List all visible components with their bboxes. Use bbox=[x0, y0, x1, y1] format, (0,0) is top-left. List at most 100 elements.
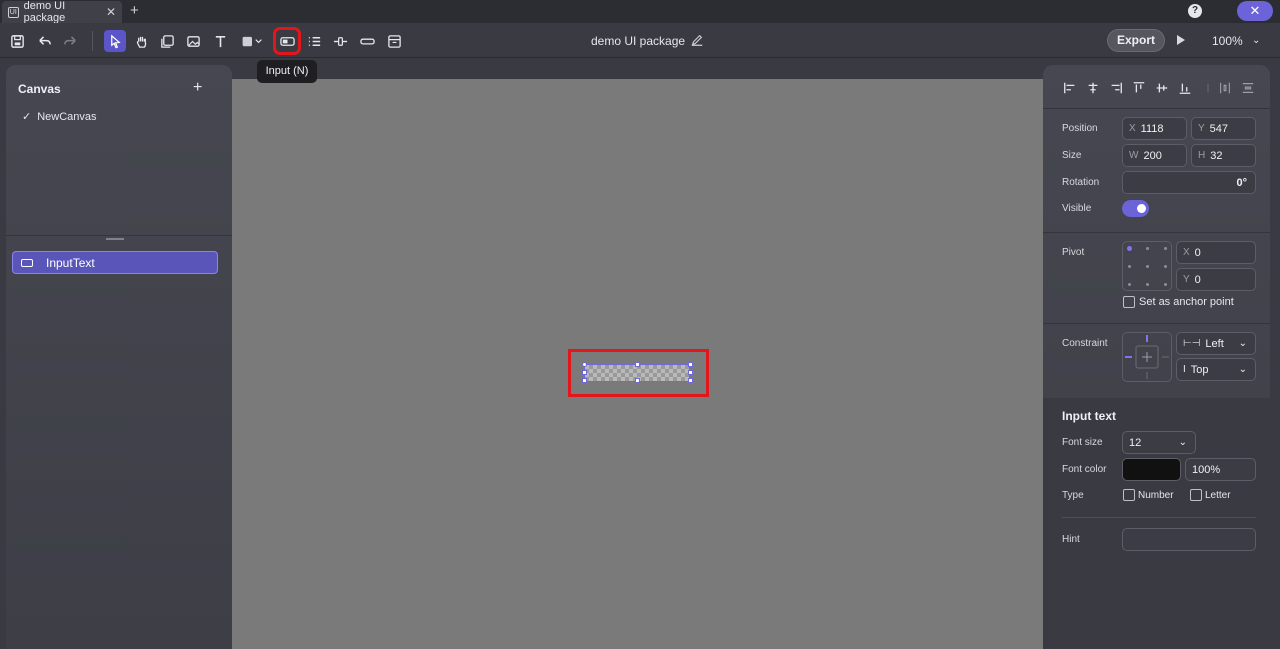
text-tool-icon[interactable] bbox=[209, 30, 231, 52]
type-label: Type bbox=[1062, 490, 1084, 501]
font-size-label: Font size bbox=[1062, 437, 1103, 448]
position-x-field[interactable]: X 1118 bbox=[1122, 117, 1187, 140]
h-prefix: H bbox=[1198, 150, 1206, 161]
w-prefix: W bbox=[1129, 150, 1139, 161]
align-left-icon[interactable] bbox=[1063, 81, 1077, 95]
align-right-icon[interactable] bbox=[1109, 81, 1123, 95]
horizontal-constraint-value: Left bbox=[1205, 337, 1224, 350]
align-center-h-icon[interactable] bbox=[1086, 81, 1100, 95]
chevron-down-icon: ⌄ bbox=[1238, 364, 1247, 375]
position-label: Position bbox=[1062, 123, 1098, 134]
font-size-value: 12 bbox=[1129, 436, 1142, 449]
app-icon: UI bbox=[8, 6, 19, 18]
layer-name: InputText bbox=[46, 255, 95, 270]
image-tool-icon[interactable] bbox=[182, 30, 204, 52]
help-icon[interactable]: ? bbox=[1188, 4, 1202, 18]
canvas-list-item[interactable]: ✓ NewCanvas bbox=[22, 110, 97, 123]
scroll-view-tool-icon[interactable] bbox=[383, 30, 405, 52]
font-color-swatch[interactable] bbox=[1122, 458, 1181, 481]
pivot-dot[interactable] bbox=[1146, 247, 1149, 250]
new-tab-icon[interactable]: + bbox=[130, 2, 139, 19]
horizontal-constraint-select[interactable]: ⊢⊣ Left ⌄ bbox=[1176, 332, 1256, 355]
close-tab-icon[interactable]: ✕ bbox=[106, 5, 116, 19]
pivot-dot[interactable] bbox=[1128, 265, 1131, 268]
pivot-dot[interactable] bbox=[1128, 283, 1131, 286]
align-top-icon[interactable] bbox=[1132, 81, 1146, 95]
rotation-label: Rotation bbox=[1062, 177, 1100, 188]
shape-tool-dropdown[interactable] bbox=[236, 30, 268, 52]
redo-icon[interactable] bbox=[59, 30, 81, 52]
panel-divider bbox=[1062, 517, 1256, 518]
check-icon: ✓ bbox=[22, 111, 32, 123]
distribute-v-icon[interactable] bbox=[1241, 81, 1255, 95]
pivot-y-field[interactable]: Y0 bbox=[1176, 268, 1256, 291]
vertical-constraint-select[interactable]: I Top ⌄ bbox=[1176, 358, 1256, 381]
pivot-dot[interactable] bbox=[1164, 265, 1167, 268]
height-field[interactable]: H 32 bbox=[1191, 144, 1256, 167]
align-middle-v-icon[interactable] bbox=[1155, 81, 1169, 95]
x-prefix: X bbox=[1183, 247, 1190, 258]
progress-bar-tool-icon[interactable] bbox=[356, 30, 378, 52]
chevron-down-icon: ⌄ bbox=[1178, 437, 1187, 448]
visible-label: Visible bbox=[1062, 203, 1092, 214]
close-window-button[interactable]: ✕ bbox=[1237, 1, 1273, 21]
input-text-title: Input text bbox=[1062, 409, 1116, 423]
play-icon[interactable] bbox=[1177, 35, 1185, 45]
align-bottom-icon[interactable] bbox=[1178, 81, 1192, 95]
hint-input[interactable] bbox=[1122, 528, 1256, 551]
select-tool-icon[interactable] bbox=[104, 30, 126, 52]
add-canvas-icon[interactable]: + bbox=[193, 79, 202, 97]
constraint-widget[interactable] bbox=[1122, 332, 1172, 382]
document-tab[interactable]: UI demo UI package ✕ bbox=[2, 0, 122, 24]
width-value: 200 bbox=[1143, 149, 1162, 162]
pivot-dot[interactable] bbox=[1146, 265, 1149, 268]
input-tool-icon[interactable] bbox=[273, 27, 301, 55]
chevron-down-icon[interactable]: ⌄ bbox=[1252, 35, 1260, 46]
slider-tool-icon[interactable] bbox=[329, 30, 351, 52]
zoom-level[interactable]: 100% bbox=[1212, 34, 1243, 48]
resize-handle[interactable] bbox=[106, 238, 124, 240]
toolbar-divider bbox=[92, 31, 93, 51]
font-size-select[interactable]: 12 ⌄ bbox=[1122, 431, 1196, 454]
canvas-section-title: Canvas bbox=[18, 82, 61, 96]
position-y-field[interactable]: Y 547 bbox=[1191, 117, 1256, 140]
pivot-grid[interactable] bbox=[1122, 241, 1172, 291]
pivot-x-field[interactable]: X0 bbox=[1176, 241, 1256, 264]
hint-label: Hint bbox=[1062, 534, 1080, 545]
undo-icon[interactable] bbox=[33, 30, 55, 52]
position-x-value: 1118 bbox=[1140, 122, 1164, 135]
panel-divider bbox=[1043, 323, 1270, 324]
highlight-annotation bbox=[568, 349, 709, 397]
tab-title: demo UI package bbox=[23, 0, 66, 24]
panel-tool-icon[interactable] bbox=[156, 30, 178, 52]
canvas-name: NewCanvas bbox=[37, 111, 97, 123]
y-prefix: Y bbox=[1198, 123, 1205, 134]
visible-toggle[interactable] bbox=[1122, 200, 1149, 217]
canvas-ruler-strip bbox=[232, 58, 1043, 79]
pivot-dot[interactable] bbox=[1164, 283, 1167, 286]
pivot-y-value: 0 bbox=[1194, 273, 1201, 286]
width-field[interactable]: W 200 bbox=[1122, 144, 1187, 167]
tab-bar: UI demo UI package ✕ + ? ✕ bbox=[0, 0, 1280, 24]
list-tool-icon[interactable] bbox=[303, 30, 325, 52]
type-number-label: Number bbox=[1138, 490, 1174, 501]
anchor-point-checkbox[interactable] bbox=[1123, 296, 1135, 308]
type-letter-checkbox[interactable] bbox=[1190, 489, 1202, 501]
layer-item-inputtext[interactable]: InputText bbox=[12, 251, 218, 274]
pivot-dot[interactable] bbox=[1164, 247, 1167, 250]
save-icon[interactable] bbox=[6, 30, 28, 52]
pivot-dot[interactable] bbox=[1146, 283, 1149, 286]
panel-divider bbox=[1043, 232, 1270, 233]
rotation-field[interactable]: 0° bbox=[1122, 171, 1256, 194]
position-y-value: 547 bbox=[1209, 122, 1229, 135]
hand-tool-icon[interactable] bbox=[130, 30, 152, 52]
document-title[interactable]: demo UI package bbox=[591, 34, 685, 48]
type-number-checkbox[interactable] bbox=[1123, 489, 1135, 501]
export-button[interactable]: Export bbox=[1107, 29, 1165, 52]
edit-title-icon[interactable] bbox=[690, 33, 704, 47]
pivot-dot-selected[interactable] bbox=[1127, 246, 1132, 251]
font-opacity-field[interactable]: 100% bbox=[1185, 458, 1256, 481]
distribute-h-icon[interactable] bbox=[1218, 81, 1232, 95]
type-letter-label: Letter bbox=[1205, 490, 1231, 501]
toggle-knob bbox=[1137, 204, 1146, 213]
